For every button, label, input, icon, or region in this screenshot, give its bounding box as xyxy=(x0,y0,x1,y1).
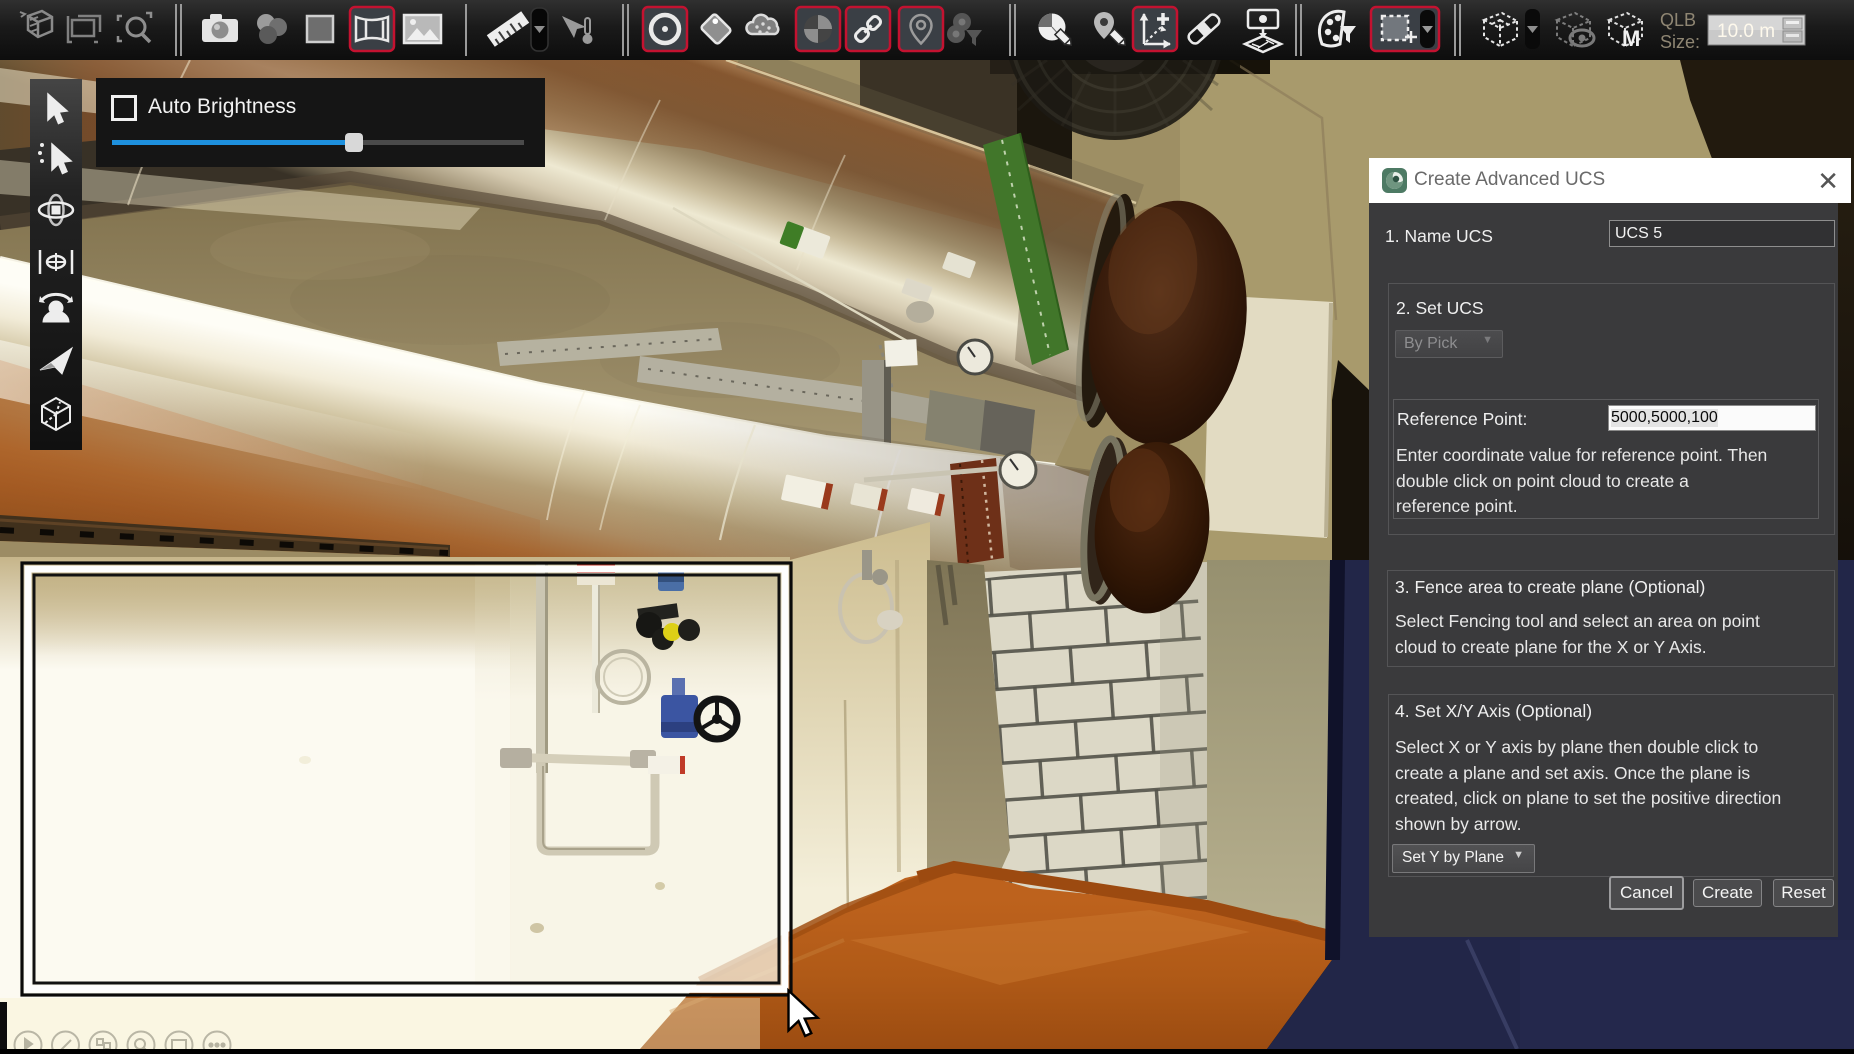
svg-text:10.0 m: 10.0 m xyxy=(1717,21,1775,42)
svg-text:M: M xyxy=(1622,26,1640,51)
svg-text:Size:: Size: xyxy=(1660,32,1700,52)
svg-text:QLB: QLB xyxy=(1660,10,1696,30)
